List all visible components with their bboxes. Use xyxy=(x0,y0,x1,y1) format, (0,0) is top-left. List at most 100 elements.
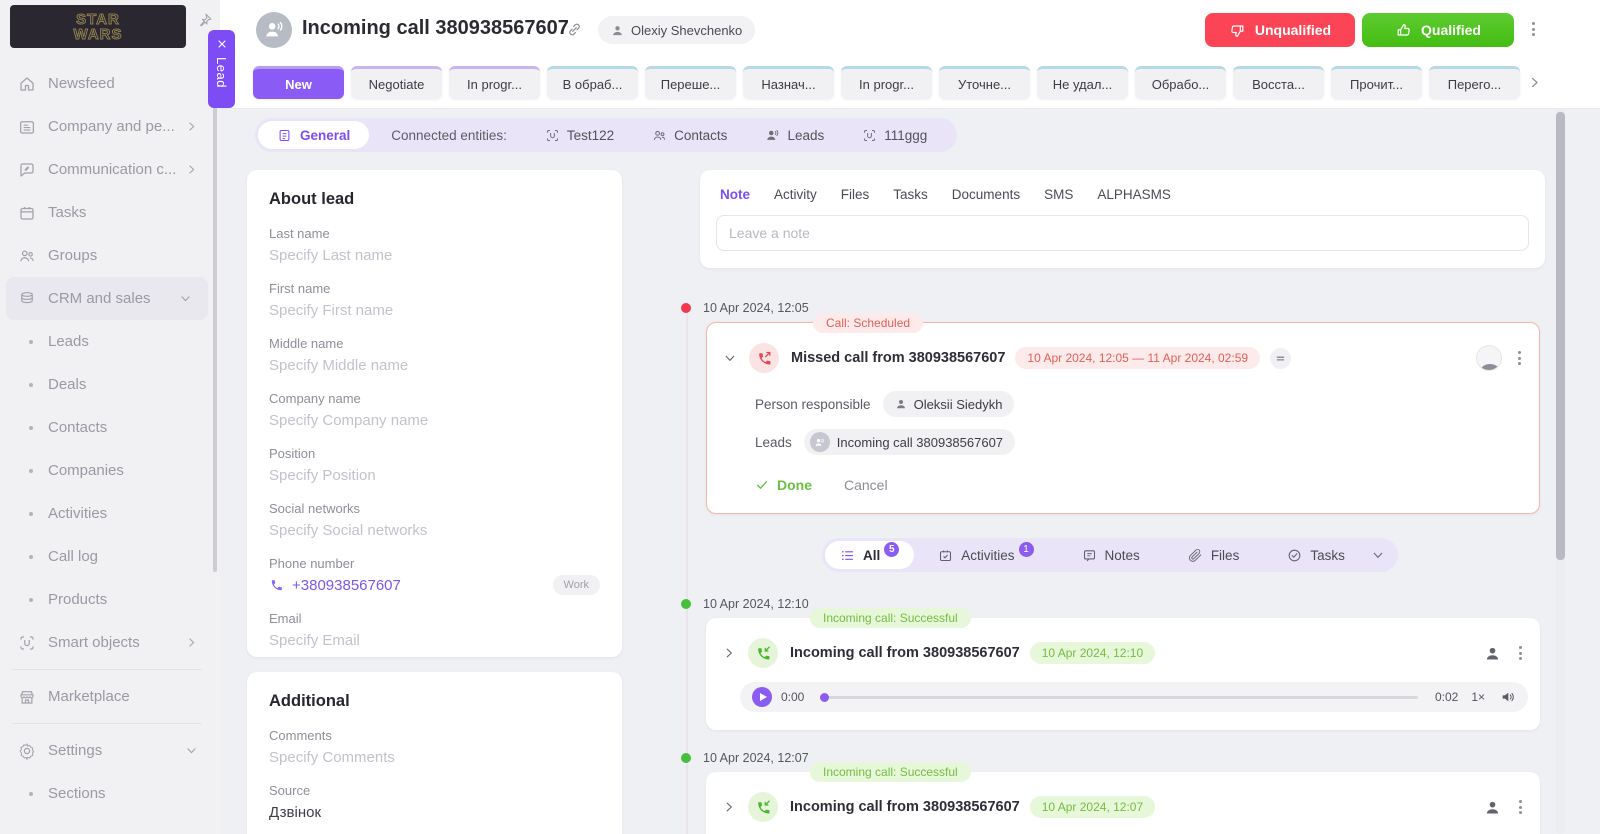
field-comments[interactable]: Specify Comments xyxy=(269,749,600,766)
current-time: 0:00 xyxy=(781,690,804,704)
volume-icon[interactable] xyxy=(1500,689,1516,705)
header-kebab-menu[interactable] xyxy=(1532,22,1535,36)
qualified-button[interactable]: Qualified xyxy=(1362,13,1514,47)
activity-kebab-menu[interactable] xyxy=(1518,351,1521,365)
stage-pill[interactable]: Прочит... xyxy=(1331,66,1422,99)
filter-notes[interactable]: Notes xyxy=(1058,548,1164,563)
sidebar-item-deals[interactable]: Deals xyxy=(0,363,214,406)
stage-pill[interactable]: Обрабо... xyxy=(1135,66,1226,99)
sidebar-item-contacts[interactable]: Contacts xyxy=(0,406,214,449)
assignee-person-icon[interactable] xyxy=(1484,645,1501,662)
phone-number-link[interactable]: +380938567607 xyxy=(292,577,401,594)
field-middle-name[interactable]: Specify Middle name xyxy=(269,357,600,374)
cancel-button[interactable]: Cancel xyxy=(844,477,888,493)
sidebar-item-marketplace[interactable]: Marketplace xyxy=(0,675,214,718)
collapse-chevron-down-icon[interactable] xyxy=(721,351,739,365)
composer-card: Note Activity Files Tasks Documents SMS … xyxy=(700,170,1545,268)
seek-handle[interactable] xyxy=(820,693,829,702)
about-lead-title: About lead xyxy=(269,190,600,209)
filter-files[interactable]: Files xyxy=(1164,548,1264,563)
field-first-name[interactable]: Specify First name xyxy=(269,302,600,319)
field-position[interactable]: Specify Position xyxy=(269,467,600,484)
sidebar-item-settings[interactable]: Settings xyxy=(0,729,214,772)
stage-pill[interactable]: В обраб... xyxy=(547,66,638,99)
sidebar-item-newsfeed[interactable]: Newsfeed xyxy=(0,62,214,105)
sidebar-item-communication[interactable]: Communication c... xyxy=(0,148,214,191)
stage-pill[interactable]: Восста... xyxy=(1233,66,1324,99)
assignee-person-icon[interactable] xyxy=(1484,799,1501,816)
lead-panel-tab[interactable]: Lead xyxy=(208,30,235,108)
incoming-call-icon xyxy=(748,792,778,822)
stage-pill[interactable]: In progr... xyxy=(449,66,540,99)
copy-link-icon[interactable] xyxy=(566,21,583,43)
filter-all[interactable]: All 5 xyxy=(825,541,914,569)
sidebar-item-products[interactable]: Products xyxy=(0,578,214,621)
connected-link-contacts[interactable]: Contacts xyxy=(652,128,727,143)
expand-chevron-right-icon[interactable] xyxy=(720,800,738,814)
chevron-down-icon[interactable] xyxy=(1371,548,1385,562)
activity-kebab-menu[interactable] xyxy=(1519,800,1522,814)
home-icon xyxy=(18,75,36,93)
connected-link-111ggg[interactable]: 111ggg xyxy=(862,128,927,143)
contacts-icon xyxy=(652,128,667,143)
sidebar-item-tasks[interactable]: Tasks xyxy=(0,191,214,234)
sidebar-item-smart-objects[interactable]: Smart objects xyxy=(0,621,214,664)
field-company-name[interactable]: Specify Company name xyxy=(269,412,600,429)
activity-kebab-menu[interactable] xyxy=(1519,646,1522,660)
tab-general[interactable]: General xyxy=(258,121,369,149)
connected-link-test122[interactable]: Test122 xyxy=(545,128,614,143)
tab-files[interactable]: Files xyxy=(841,187,870,202)
duration: 0:02 xyxy=(1435,690,1458,704)
tab-note[interactable]: Note xyxy=(720,187,750,202)
sidebar-item-leads[interactable]: Leads xyxy=(0,320,214,363)
sidebar-item-crm-and-sales[interactable]: CRM and sales xyxy=(6,277,208,320)
tab-documents[interactable]: Documents xyxy=(952,187,1020,202)
lead-reference-chip[interactable]: Incoming call 380938567607 xyxy=(804,429,1015,455)
sidebar-scrollbar[interactable] xyxy=(213,60,217,572)
stage-pill[interactable]: Назнач... xyxy=(743,66,834,99)
done-button[interactable]: Done xyxy=(755,477,812,493)
sidebar-item-company-and-people[interactable]: Company and pe... xyxy=(0,105,214,148)
playback-speed[interactable]: 1× xyxy=(1471,690,1485,704)
thumbs-down-icon xyxy=(1229,22,1246,39)
sidebar-item-companies[interactable]: Companies xyxy=(0,449,214,492)
connected-link-leads[interactable]: Leads xyxy=(765,128,824,143)
stage-pill[interactable]: Уточне... xyxy=(939,66,1030,99)
sidebar-item-sections[interactable]: Sections xyxy=(0,772,214,815)
count-badge: 1 xyxy=(1019,542,1034,557)
tab-activity[interactable]: Activity xyxy=(774,187,817,202)
activity-title: Missed call from 380938567607 xyxy=(791,350,1005,366)
tab-sms[interactable]: SMS xyxy=(1044,187,1073,202)
field-source[interactable]: Дзвінок xyxy=(269,804,600,821)
stage-pill[interactable]: Перего... xyxy=(1429,66,1520,99)
stage-pill[interactable]: New xyxy=(253,66,344,99)
tab-alphasms[interactable]: ALPHASMS xyxy=(1097,187,1171,202)
expand-chevron-right-icon[interactable] xyxy=(720,646,738,660)
stages-scroll-right-icon[interactable] xyxy=(1527,75,1542,90)
stage-pill[interactable]: Переше... xyxy=(645,66,736,99)
scrollbar-thumb[interactable] xyxy=(1556,112,1565,560)
field-social-networks[interactable]: Specify Social networks xyxy=(269,522,600,539)
note-input[interactable] xyxy=(716,215,1529,251)
tab-tasks[interactable]: Tasks xyxy=(893,187,928,202)
play-button[interactable] xyxy=(752,687,772,707)
filter-activities[interactable]: Activities 1 xyxy=(914,548,1057,563)
activity-kind-icon[interactable] xyxy=(1270,348,1291,369)
bullet-icon xyxy=(29,555,33,559)
sidebar-item-activities[interactable]: Activities xyxy=(0,492,214,535)
field-last-name[interactable]: Specify Last name xyxy=(269,247,600,264)
stage-pill[interactable]: In progr... xyxy=(841,66,932,99)
close-icon[interactable] xyxy=(216,38,228,50)
field-email[interactable]: Specify Email xyxy=(269,632,600,649)
sidebar-item-call-log[interactable]: Call log xyxy=(0,535,214,578)
stage-pill[interactable]: Не удал... xyxy=(1037,66,1128,99)
app-logo[interactable]: STAR WARS xyxy=(10,5,186,48)
assignee-avatar[interactable] xyxy=(1476,345,1502,371)
person-responsible-chip[interactable]: Oleksii Siedykh xyxy=(883,391,1015,417)
filter-tasks[interactable]: Tasks xyxy=(1263,548,1369,563)
unqualified-button[interactable]: Unqualified xyxy=(1205,13,1355,47)
owner-chip[interactable]: Olexiy Shevchenko xyxy=(598,16,755,44)
stage-pill[interactable]: Negotiate xyxy=(351,66,442,99)
sidebar-item-groups[interactable]: Groups xyxy=(0,234,214,277)
seek-bar[interactable] xyxy=(821,696,1418,699)
